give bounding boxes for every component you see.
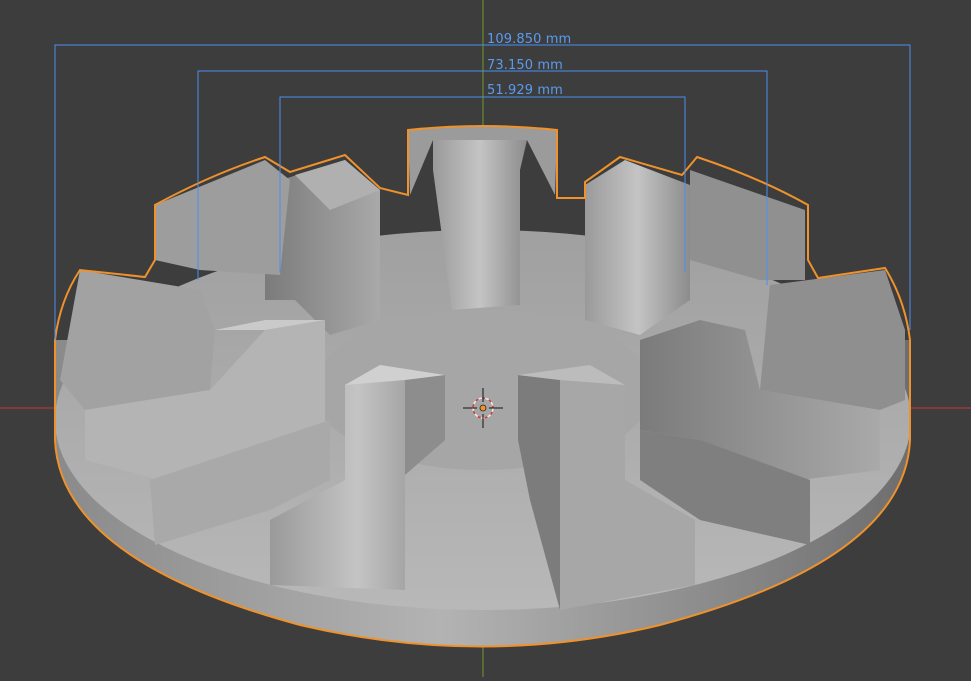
measurement-label-inner: 51.929 mm xyxy=(487,83,563,98)
measurement-label-outer: 109.850 mm xyxy=(487,32,572,47)
object-origin-icon xyxy=(479,404,487,412)
blade-back-right-1 xyxy=(585,160,690,335)
blade-left-1 xyxy=(60,270,215,410)
measurement-label-middle: 73.150 mm xyxy=(487,58,563,73)
3d-viewport[interactable]: 109.850 mm 73.150 mm 51.929 mm xyxy=(0,0,971,677)
blade-right-1 xyxy=(760,270,905,410)
fan-impeller-object[interactable] xyxy=(54,125,911,648)
viewport-canvas[interactable] xyxy=(0,0,971,677)
